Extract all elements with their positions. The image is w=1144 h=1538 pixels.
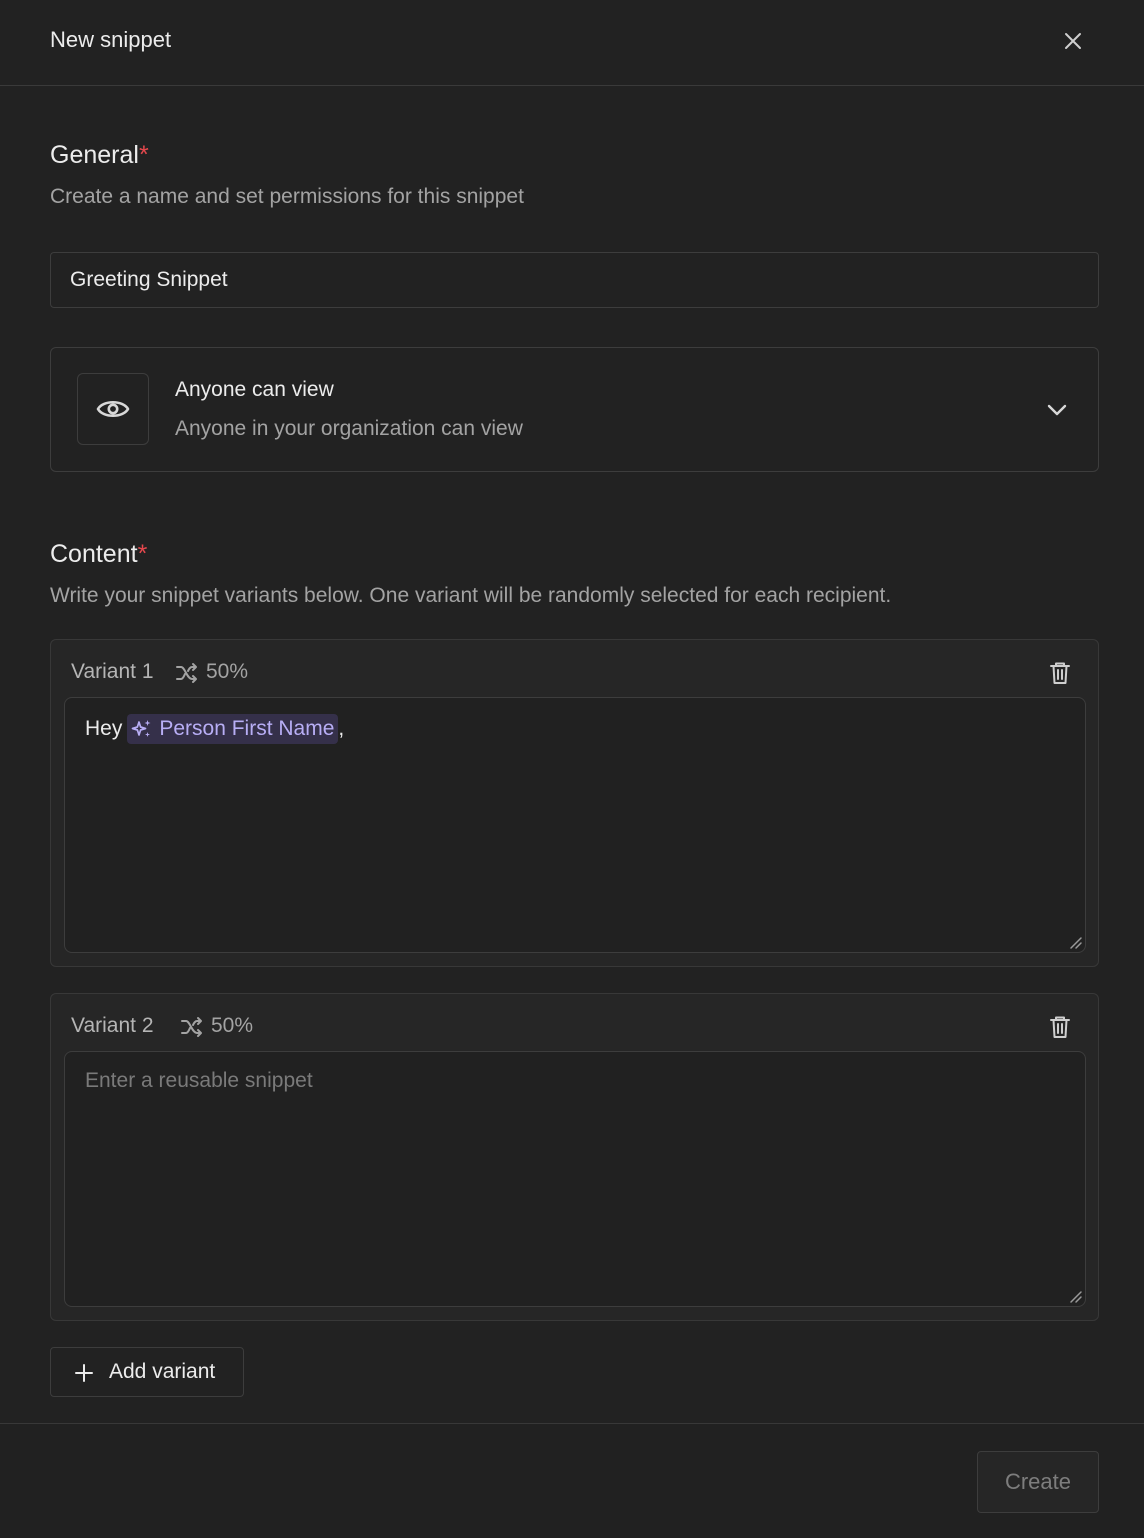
variant-weight: 50% bbox=[206, 660, 249, 683]
close-icon bbox=[1065, 33, 1081, 49]
plus-icon bbox=[75, 1364, 93, 1382]
required-marker: * bbox=[137, 540, 148, 568]
variant-content: Hey Person First Name , bbox=[85, 714, 344, 744]
variant-card: Variant 1 50% Hey Person First Name , bbox=[50, 639, 1099, 967]
create-button[interactable]: Create bbox=[977, 1451, 1099, 1513]
add-variant-label: Add variant bbox=[109, 1360, 216, 1383]
content-description: Write your snippet variants below. One v… bbox=[50, 584, 892, 607]
snippet-name-input[interactable] bbox=[50, 252, 1099, 308]
variant-editor[interactable]: Enter a reusable snippet bbox=[64, 1051, 1086, 1307]
add-variant-button[interactable]: Add variant bbox=[50, 1347, 244, 1397]
variant-editor[interactable]: Hey Person First Name , bbox=[64, 697, 1086, 953]
shuffle-icon bbox=[181, 1017, 202, 1037]
general-description: Create a name and set permissions for th… bbox=[50, 185, 524, 208]
variable-chip[interactable]: Person First Name bbox=[127, 714, 339, 744]
trash-icon[interactable] bbox=[1047, 660, 1073, 686]
resize-handle-icon[interactable] bbox=[1069, 1290, 1083, 1304]
variant-card: Variant 2 50% Enter a reusable snippet bbox=[50, 993, 1099, 1321]
dialog-title: New snippet bbox=[50, 27, 172, 52]
resize-handle-icon[interactable] bbox=[1069, 936, 1083, 950]
sparkle-icon bbox=[132, 720, 151, 737]
variant-text: Hey bbox=[85, 717, 123, 740]
eye-icon bbox=[96, 400, 130, 418]
permission-description: Anyone in your organization can view bbox=[175, 417, 523, 440]
dialog-footer: Create bbox=[0, 1423, 1144, 1538]
permission-icon-box bbox=[77, 373, 149, 445]
variant-text-suffix: , bbox=[338, 717, 345, 740]
content-heading: Content* bbox=[50, 540, 147, 569]
chevron-down-icon bbox=[1047, 404, 1067, 416]
dialog-header: New snippet bbox=[0, 0, 1144, 86]
content-heading-text: Content bbox=[50, 540, 138, 568]
permission-title: Anyone can view bbox=[175, 378, 334, 401]
variant-label: Variant 2 bbox=[71, 1014, 154, 1037]
variable-chip-label: Person First Name bbox=[159, 717, 335, 740]
variant-label: Variant 1 bbox=[71, 660, 154, 683]
general-heading-text: General bbox=[50, 141, 139, 169]
trash-icon[interactable] bbox=[1047, 1014, 1073, 1040]
required-marker: * bbox=[138, 141, 149, 169]
general-heading: General* bbox=[50, 141, 149, 170]
permission-select[interactable]: Anyone can view Anyone in your organizat… bbox=[50, 347, 1099, 472]
variant-weight: 50% bbox=[211, 1014, 254, 1037]
shuffle-icon bbox=[176, 663, 197, 683]
variant-placeholder: Enter a reusable snippet bbox=[85, 1069, 313, 1092]
close-button[interactable] bbox=[1058, 26, 1088, 56]
